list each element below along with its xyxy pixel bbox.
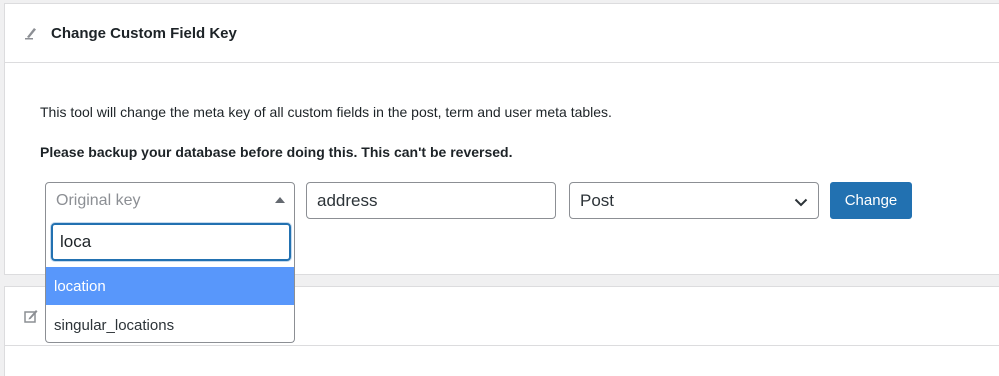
original-key-select[interactable]: Original key — [45, 182, 295, 219]
new-key-input[interactable]: address — [306, 182, 556, 219]
original-key-placeholder: Original key — [56, 191, 141, 209]
post-type-value: Post — [580, 190, 615, 210]
edit-icon — [23, 308, 39, 324]
chevron-down-icon — [794, 194, 808, 214]
original-key-dropdown: loca location singular_locations — [45, 218, 295, 343]
new-key-value: address — [317, 190, 378, 210]
dropdown-option-location[interactable]: location — [46, 267, 294, 305]
post-type-select[interactable]: Post — [569, 182, 819, 219]
caret-up-icon — [275, 197, 285, 203]
panel-title: Change Custom Field Key — [51, 24, 237, 42]
pencil-icon — [23, 25, 39, 41]
dropdown-option-singular-locations[interactable]: singular_locations — [46, 306, 294, 344]
panel-header: Change Custom Field Key — [5, 4, 999, 63]
backup-warning: Please backup your database before doing… — [40, 144, 513, 160]
dropdown-search-input[interactable]: loca — [51, 223, 291, 261]
tool-description: This tool will change the meta key of al… — [40, 104, 612, 120]
change-button[interactable]: Change — [830, 182, 912, 219]
dropdown-search-value: loca — [60, 232, 92, 251]
